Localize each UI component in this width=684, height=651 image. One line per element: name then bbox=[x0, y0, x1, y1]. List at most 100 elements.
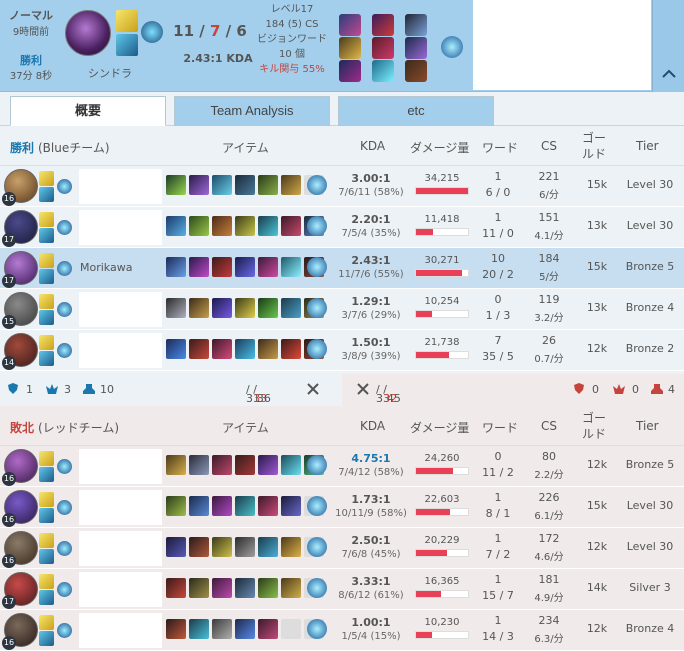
item-icon[interactable] bbox=[258, 578, 278, 598]
summoner-spell-icon[interactable] bbox=[39, 253, 54, 268]
rune-icon[interactable] bbox=[57, 623, 72, 638]
flash-spell-icon[interactable] bbox=[116, 10, 138, 32]
keystone-rune-icon[interactable] bbox=[141, 21, 163, 43]
item-icon[interactable] bbox=[212, 537, 232, 557]
item-icon[interactable] bbox=[281, 537, 301, 557]
rune-icon[interactable] bbox=[57, 302, 72, 317]
item-icon[interactable] bbox=[212, 216, 232, 236]
summoner-spell-icon[interactable] bbox=[39, 590, 54, 605]
player-row[interactable]: 16 4.75:1 7/4/12 (58%) 24,260 0 11 / 2 80 2.2/分… bbox=[0, 446, 684, 487]
summoner-spell-icon[interactable] bbox=[39, 574, 54, 589]
tab-etc[interactable]: etc bbox=[338, 96, 494, 126]
player-row[interactable]: 16 2.50:1 7/6/8 (45%) 20,229 1 7 / 2 172 4.6/分 1… bbox=[0, 528, 684, 569]
item-icon[interactable] bbox=[372, 60, 394, 82]
summoner-spell-icon[interactable] bbox=[39, 228, 54, 243]
item-icon[interactable] bbox=[212, 298, 232, 318]
item-icon[interactable] bbox=[405, 60, 427, 82]
item-icon[interactable] bbox=[235, 578, 255, 598]
item-icon[interactable] bbox=[166, 619, 186, 639]
player-row[interactable]: 16 3.00:1 7/6/11 (58%) 34,215 1 6 / 0 221 6/分 15… bbox=[0, 166, 684, 207]
player-row[interactable]: 17 3.33:1 8/6/12 (61%) 16,365 1 15 / 7 181 4.9/… bbox=[0, 569, 684, 610]
item-icon[interactable] bbox=[189, 175, 209, 195]
item-icon[interactable] bbox=[166, 537, 186, 557]
item-icon[interactable] bbox=[166, 257, 186, 277]
player-row[interactable]: 16 1.73:1 10/11/9 (58%) 22,603 1 8 / 1 226 6.1/… bbox=[0, 487, 684, 528]
item-icon[interactable] bbox=[281, 619, 301, 639]
item-icon[interactable] bbox=[235, 455, 255, 475]
player-row[interactable]: 17 Morikawa 2.43:1 11/7/6 (55%) 30,271 10 20 /… bbox=[0, 248, 684, 289]
trinket-icon[interactable] bbox=[307, 339, 327, 359]
collapse-toggle-button[interactable] bbox=[652, 0, 684, 92]
summoner-spell-icon[interactable] bbox=[39, 269, 54, 284]
item-icon[interactable] bbox=[212, 578, 232, 598]
item-icon[interactable] bbox=[189, 216, 209, 236]
item-icon[interactable] bbox=[281, 496, 301, 516]
item-icon[interactable] bbox=[189, 537, 209, 557]
summoner-spell-icon[interactable] bbox=[39, 171, 54, 186]
item-icon[interactable] bbox=[235, 339, 255, 359]
player-row[interactable]: 14 1.50:1 3/8/9 (39%) 21,738 7 35 / 5 26 0.7/分 1… bbox=[0, 330, 684, 371]
item-icon[interactable] bbox=[166, 298, 186, 318]
item-icon[interactable] bbox=[212, 257, 232, 277]
item-icon[interactable] bbox=[258, 537, 278, 557]
item-icon[interactable] bbox=[258, 619, 278, 639]
rune-icon[interactable] bbox=[57, 220, 72, 235]
item-icon[interactable] bbox=[258, 257, 278, 277]
item-icon[interactable] bbox=[166, 578, 186, 598]
item-icon[interactable] bbox=[258, 455, 278, 475]
item-icon[interactable] bbox=[405, 14, 427, 36]
item-icon[interactable] bbox=[258, 298, 278, 318]
player-row[interactable]: 15 1.29:1 3/7/6 (29%) 10,254 0 1 / 3 119 3.2/分 1… bbox=[0, 289, 684, 330]
item-icon[interactable] bbox=[189, 339, 209, 359]
item-icon[interactable] bbox=[372, 14, 394, 36]
trinket-icon[interactable] bbox=[307, 578, 327, 598]
rune-icon[interactable] bbox=[57, 500, 72, 515]
champion-portrait[interactable] bbox=[65, 10, 111, 56]
tab-overview[interactable]: 概要 bbox=[10, 96, 166, 126]
item-icon[interactable] bbox=[339, 60, 361, 82]
tab-team-analysis[interactable]: Team Analysis bbox=[174, 96, 330, 126]
player-row[interactable]: 16 1.00:1 1/5/4 (15%) 10,230 1 14 / 3 234 6.3/分… bbox=[0, 610, 684, 651]
item-icon[interactable] bbox=[235, 537, 255, 557]
item-icon[interactable] bbox=[189, 257, 209, 277]
item-icon[interactable] bbox=[258, 339, 278, 359]
item-icon[interactable] bbox=[258, 496, 278, 516]
summoner-spell-icon[interactable] bbox=[39, 187, 54, 202]
item-icon[interactable] bbox=[189, 455, 209, 475]
item-icon[interactable] bbox=[405, 37, 427, 59]
item-icon[interactable] bbox=[235, 175, 255, 195]
item-icon[interactable] bbox=[235, 298, 255, 318]
summoner-spell-icon[interactable] bbox=[39, 615, 54, 630]
item-icon[interactable] bbox=[212, 339, 232, 359]
trinket-icon[interactable] bbox=[307, 537, 327, 557]
trinket-icon[interactable] bbox=[307, 619, 327, 639]
item-icon[interactable] bbox=[372, 37, 394, 59]
item-icon[interactable] bbox=[212, 455, 232, 475]
item-icon[interactable] bbox=[258, 175, 278, 195]
trinket-icon[interactable] bbox=[307, 455, 327, 475]
item-icon[interactable] bbox=[212, 496, 232, 516]
item-icon[interactable] bbox=[212, 175, 232, 195]
rune-icon[interactable] bbox=[57, 582, 72, 597]
summoner-spell-icon[interactable] bbox=[39, 492, 54, 507]
item-icon[interactable] bbox=[189, 619, 209, 639]
item-icon[interactable] bbox=[339, 37, 361, 59]
item-icon[interactable] bbox=[166, 455, 186, 475]
summoner-spell-icon[interactable] bbox=[39, 508, 54, 523]
item-icon[interactable] bbox=[281, 298, 301, 318]
trinket-icon[interactable] bbox=[307, 257, 327, 277]
player-row[interactable]: 17 2.20:1 7/5/4 (35%) 11,418 1 11 / 0 151 4.1/分… bbox=[0, 207, 684, 248]
item-icon[interactable] bbox=[281, 339, 301, 359]
summoner-spell-icon[interactable] bbox=[39, 351, 54, 366]
trinket-icon[interactable] bbox=[441, 36, 463, 58]
teleport-spell-icon[interactable] bbox=[116, 34, 138, 56]
item-icon[interactable] bbox=[235, 619, 255, 639]
item-icon[interactable] bbox=[166, 339, 186, 359]
item-icon[interactable] bbox=[281, 455, 301, 475]
item-icon[interactable] bbox=[339, 14, 361, 36]
summoner-spell-icon[interactable] bbox=[39, 467, 54, 482]
item-icon[interactable] bbox=[281, 216, 301, 236]
rune-icon[interactable] bbox=[57, 343, 72, 358]
item-icon[interactable] bbox=[166, 496, 186, 516]
summoner-spell-icon[interactable] bbox=[39, 631, 54, 646]
